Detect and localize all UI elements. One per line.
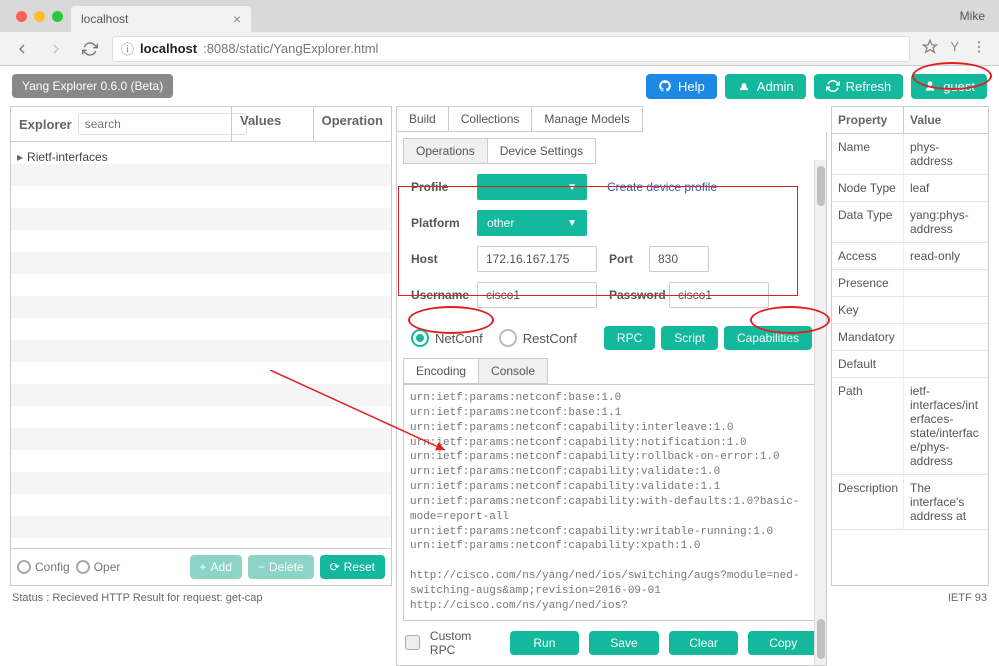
custom-rpc-checkbox[interactable]: [405, 635, 420, 650]
reset-button[interactable]: ⟳Reset: [320, 555, 385, 579]
subtab-console[interactable]: Console: [479, 358, 548, 384]
custom-rpc-label: Custom RPC: [430, 629, 500, 657]
password-label: Password: [609, 288, 669, 302]
admin-label: Admin: [757, 79, 794, 94]
prop-row: Presence: [832, 270, 988, 297]
value-header: Value: [904, 107, 988, 133]
scrollbar[interactable]: [814, 160, 826, 665]
values-header: Values: [231, 107, 314, 141]
prop-row: Pathietf-interfaces/interfaces-state/int…: [832, 378, 988, 475]
prop-row: Data Typeyang:phys-address: [832, 202, 988, 243]
menu-icon[interactable]: [971, 39, 987, 58]
prop-row: DescriptionThe interface's address at: [832, 475, 988, 530]
port-label: Port: [609, 252, 649, 266]
bookmark-icon[interactable]: [922, 39, 938, 58]
host-label: Host: [411, 252, 477, 266]
prop-row: Key: [832, 297, 988, 324]
tree-item[interactable]: ▸ Rietf-interfaces: [11, 146, 391, 168]
platform-label: Platform: [411, 216, 477, 230]
browser-tab[interactable]: localhost ×: [71, 6, 251, 32]
create-profile-link[interactable]: Create device profile: [607, 180, 717, 194]
subtab-device-settings[interactable]: Device Settings: [488, 138, 596, 164]
search-input[interactable]: [78, 113, 247, 135]
app-title-badge: Yang Explorer 0.6.0 (Beta): [12, 74, 173, 98]
config-radio[interactable]: Config: [17, 560, 70, 574]
subtab-encoding[interactable]: Encoding: [403, 358, 479, 384]
prop-row: Mandatory: [832, 324, 988, 351]
url-input[interactable]: ⓘ localhost :8088/static/YangExplorer.htm…: [112, 36, 910, 62]
profile-select[interactable]: ▼: [477, 174, 587, 200]
caret-down-icon: ▼: [567, 218, 577, 229]
port-input[interactable]: [649, 246, 709, 272]
reload-icon[interactable]: [78, 39, 102, 59]
tab-manage-models[interactable]: Manage Models: [532, 106, 642, 132]
user-icon: [923, 79, 937, 93]
explorer-panel: Explorer Values Operation ▸ Rietf-interf…: [10, 106, 392, 586]
site-info-icon[interactable]: ⓘ: [121, 39, 134, 58]
refresh-label: Refresh: [846, 79, 892, 94]
help-label: Help: [678, 79, 705, 94]
url-host: localhost: [140, 41, 197, 56]
users-icon: [737, 79, 751, 93]
window-controls[interactable]: [8, 11, 71, 22]
prop-row: Namephys-address: [832, 134, 988, 175]
username-input[interactable]: [477, 282, 597, 308]
browser-user-label[interactable]: Mike: [960, 9, 999, 23]
prop-row: Default: [832, 351, 988, 378]
minus-icon: −: [258, 560, 265, 574]
username-label: Username: [411, 288, 477, 302]
delete-button[interactable]: −Delete: [248, 555, 314, 579]
explorer-tree[interactable]: ▸ Rietf-interfaces: [11, 142, 391, 548]
reset-icon: ⟳: [330, 560, 340, 574]
tab-title: localhost: [81, 12, 128, 26]
status-text: Status : Recieved HTTP Result for reques…: [12, 592, 262, 604]
forward-icon: [44, 39, 68, 59]
netconf-radio[interactable]: NetConf: [411, 329, 483, 347]
url-path: :8088/static/YangExplorer.html: [203, 41, 378, 56]
rpc-button[interactable]: RPC: [604, 326, 655, 350]
close-tab-icon[interactable]: ×: [233, 11, 241, 27]
run-button[interactable]: Run: [510, 631, 580, 655]
password-input[interactable]: [669, 282, 769, 308]
admin-button[interactable]: Admin: [725, 74, 806, 99]
refresh-button[interactable]: Refresh: [814, 74, 904, 99]
help-button[interactable]: Help: [646, 74, 717, 99]
maximize-window-icon[interactable]: [52, 11, 63, 22]
properties-panel: Property Value Namephys-address Node Typ…: [831, 106, 989, 586]
profile-label: Profile: [411, 180, 477, 194]
platform-select[interactable]: other▼: [477, 210, 587, 236]
operation-header: Operation: [314, 107, 391, 141]
caret-down-icon: ▼: [567, 182, 577, 193]
plus-icon: +: [200, 560, 207, 574]
save-button[interactable]: Save: [589, 631, 659, 655]
prop-row: Accessread-only: [832, 243, 988, 270]
extension-icon[interactable]: Y: [950, 39, 959, 58]
github-icon: [658, 79, 672, 93]
close-window-icon[interactable]: [16, 11, 27, 22]
status-right: IETF 93: [948, 592, 987, 604]
copy-button[interactable]: Copy: [748, 631, 818, 655]
host-input[interactable]: [477, 246, 597, 272]
back-icon[interactable]: [10, 39, 34, 59]
capabilities-button[interactable]: Capabilities: [724, 326, 812, 350]
expand-icon[interactable]: ▸: [17, 150, 23, 164]
prop-row: Node Typeleaf: [832, 175, 988, 202]
oper-radio[interactable]: Oper: [76, 560, 121, 574]
console-output[interactable]: urn:ietf:params:netconf:base:1.0 urn:iet…: [403, 384, 820, 621]
tab-collections[interactable]: Collections: [449, 106, 533, 132]
subtab-operations[interactable]: Operations: [403, 138, 488, 164]
restconf-radio[interactable]: RestConf: [499, 329, 577, 347]
tree-item-label: Rietf-interfaces: [27, 150, 108, 164]
center-panel: Build Collections Manage Models Operatio…: [396, 106, 827, 586]
tab-build[interactable]: Build: [396, 106, 449, 132]
clear-button[interactable]: Clear: [669, 631, 739, 655]
guest-button[interactable]: guest: [911, 74, 987, 99]
minimize-window-icon[interactable]: [34, 11, 45, 22]
add-button[interactable]: +Add: [190, 555, 242, 579]
guest-label: guest: [943, 79, 975, 94]
refresh-icon: [826, 79, 840, 93]
script-button[interactable]: Script: [661, 326, 718, 350]
property-header: Property: [832, 107, 904, 133]
explorer-header: Explorer: [19, 117, 72, 132]
